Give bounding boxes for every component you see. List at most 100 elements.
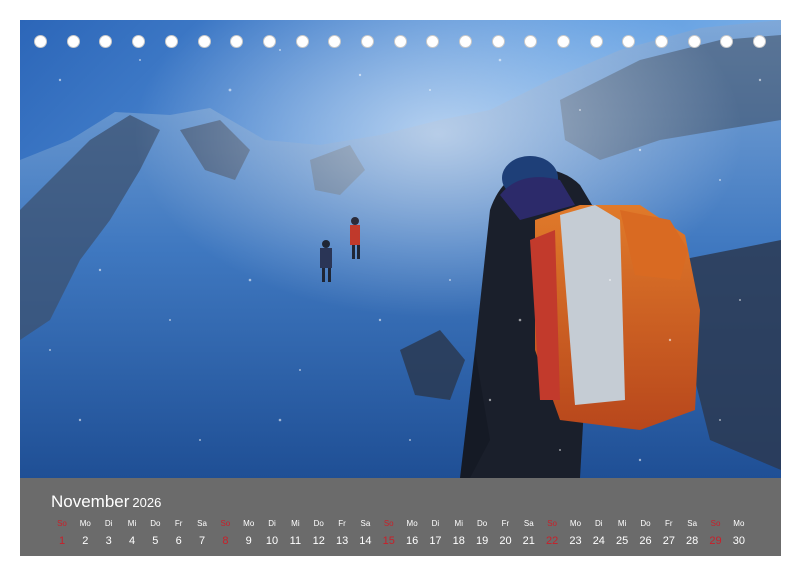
day-number: 9 [245, 535, 252, 547]
day-cell: So 1 [50, 518, 74, 550]
day-cell: Mo 23 [563, 518, 587, 550]
day-cell: Mo 30 [727, 518, 751, 550]
weekday-label: Di [595, 519, 603, 528]
mountain-snowstorm-image [20, 20, 781, 478]
weekday-label: Do [150, 519, 161, 528]
binding-hole [459, 35, 472, 48]
day-number: 3 [105, 535, 112, 547]
day-number: 18 [452, 535, 465, 547]
weekday-label: Mo [406, 519, 418, 528]
day-cell: Sa 21 [517, 518, 541, 550]
weekday-label: Mo [733, 519, 745, 528]
binding-hole [99, 35, 112, 48]
day-number: 29 [709, 535, 722, 547]
day-cell: Sa 7 [190, 518, 214, 550]
day-cell: Mi 11 [283, 518, 307, 550]
binding-hole [328, 35, 341, 48]
day-number: 8 [222, 535, 229, 547]
weekday-label: Sa [523, 519, 534, 528]
day-number: 5 [152, 535, 159, 547]
binding-holes [20, 35, 781, 51]
day-cell: Fr 6 [167, 518, 191, 550]
weekday-label: Mo [243, 519, 255, 528]
day-number: 1 [58, 535, 66, 547]
calendar-strip: November 2026 So 1 Mo 2 Di 3 Mi 4 Do 5 Fr 6 Sa 7 So 8 Mo 9… [20, 478, 781, 556]
day-cell: So 22 [540, 518, 564, 550]
binding-hole [198, 35, 211, 48]
month-name: November [51, 492, 130, 511]
weekday-label: Mi [617, 519, 627, 528]
day-grid: So 1 Mo 2 Di 3 Mi 4 Do 5 Fr 6 Sa 7 So 8 Mo 9 Di 10 Mi 11 Do 12 F… [50, 518, 760, 552]
weekday-label: Fr [338, 519, 346, 528]
weekday-label: So [383, 519, 394, 528]
day-number: 30 [732, 535, 745, 547]
day-number: 11 [289, 535, 302, 547]
weekday-label: So [57, 519, 67, 528]
day-number: 20 [499, 535, 512, 547]
day-cell: Fr 13 [330, 518, 354, 550]
day-cell: Di 17 [423, 518, 447, 550]
day-number: 12 [312, 535, 325, 547]
weekday-label: Di [268, 519, 276, 528]
calendar-photo [20, 20, 781, 478]
weekday-label: So [547, 519, 558, 528]
day-cell: Fr 20 [493, 518, 517, 550]
day-cell: Mo 9 [237, 518, 261, 550]
day-number: 2 [82, 535, 89, 547]
binding-hole [655, 35, 668, 48]
weekday-label: Do [313, 519, 324, 528]
binding-hole [361, 35, 374, 48]
weekday-label: Sa [360, 519, 371, 528]
day-number: 25 [616, 535, 629, 547]
day-cell: Sa 28 [680, 518, 704, 550]
weekday-label: Sa [687, 519, 698, 528]
binding-hole [67, 35, 80, 48]
day-number: 22 [546, 535, 559, 547]
day-cell: Mi 4 [120, 518, 144, 550]
binding-hole [753, 35, 766, 48]
day-number: 4 [128, 535, 136, 547]
binding-hole [296, 35, 309, 48]
binding-hole [394, 35, 407, 48]
day-cell: So 15 [377, 518, 401, 550]
day-number: 19 [475, 535, 489, 547]
weekday-label: Mi [127, 519, 137, 528]
day-cell: Mo 2 [73, 518, 97, 550]
day-cell: So 29 [704, 518, 728, 550]
day-cell: Sa 14 [353, 518, 377, 550]
binding-hole [688, 35, 701, 48]
weekday-label: So [220, 519, 231, 528]
weekday-label: Mi [454, 519, 463, 528]
day-cell: Mi 18 [447, 518, 471, 550]
binding-hole [524, 35, 537, 48]
day-number: 6 [175, 535, 182, 547]
day-cell: Di 3 [97, 518, 121, 550]
weekday-label: So [710, 519, 721, 528]
day-number: 28 [686, 535, 699, 547]
binding-hole [492, 35, 505, 48]
binding-hole [557, 35, 570, 48]
day-cell: Do 19 [470, 518, 494, 550]
binding-hole [230, 35, 243, 48]
weekday-label: Fr [665, 519, 673, 528]
day-number: 13 [335, 535, 349, 547]
day-cell: Mi 25 [610, 518, 634, 550]
day-number: 7 [198, 535, 206, 547]
year-label: 2026 [132, 495, 162, 510]
day-cell: Do 12 [307, 518, 331, 550]
day-cell: Di 10 [260, 518, 284, 550]
weekday-label: Fr [174, 519, 183, 528]
binding-hole [165, 35, 178, 48]
weekday-label: Mi [291, 519, 300, 528]
day-number: 24 [592, 535, 605, 547]
day-cell: Di 24 [587, 518, 611, 550]
day-number: 17 [429, 535, 442, 547]
day-cell: So 8 [213, 518, 237, 550]
weekday-label: Do [640, 519, 651, 528]
month-title: November 2026 [51, 492, 161, 512]
day-number: 26 [639, 535, 652, 547]
day-number: 21 [522, 535, 535, 547]
day-number: 15 [382, 535, 395, 547]
day-number: 23 [569, 535, 582, 547]
weekday-label: Di [431, 519, 440, 528]
